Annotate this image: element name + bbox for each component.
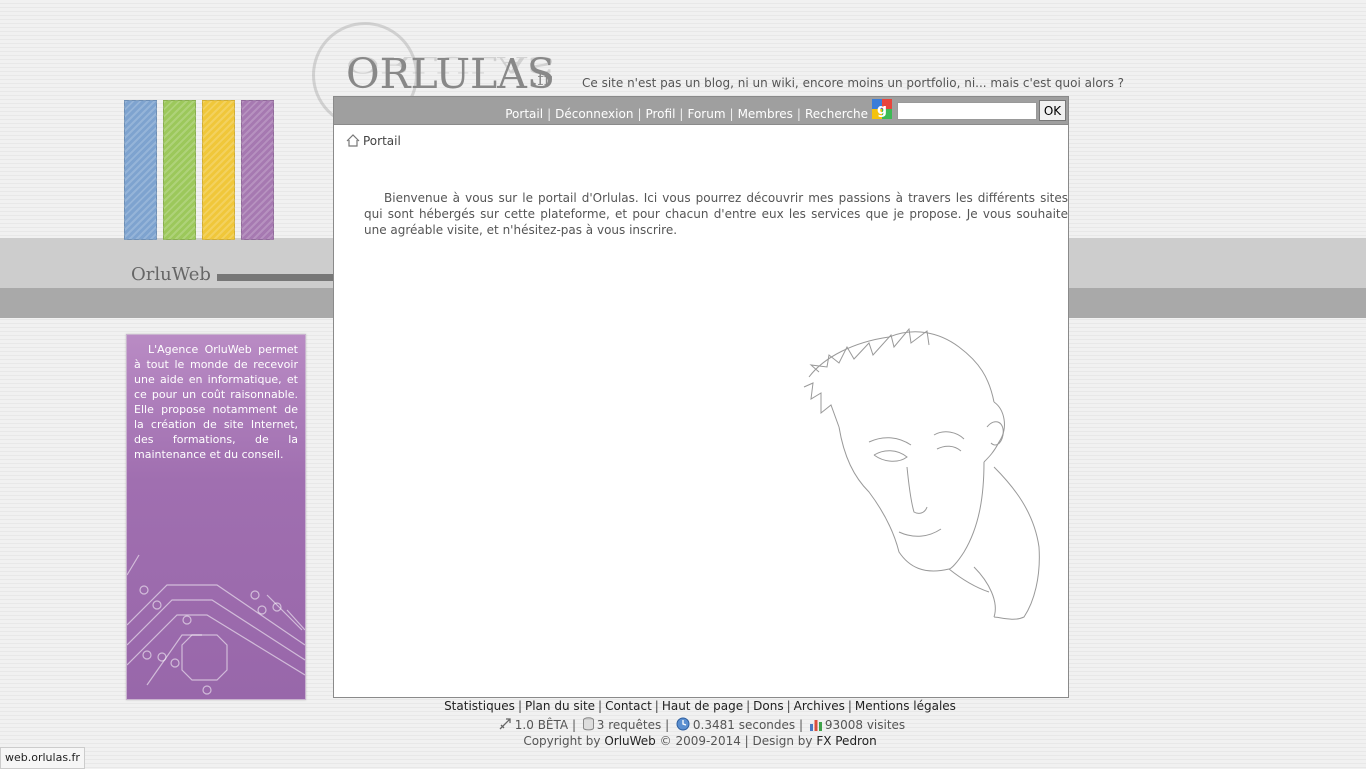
- footer-link-mentions-legales[interactable]: Mentions légales: [855, 699, 956, 713]
- google-search-icon: g: [872, 99, 892, 119]
- nav-item-recherche[interactable]: Recherche: [805, 107, 868, 121]
- footer-copyright: Copyright by OrluWeb © 2009-2014 | Desig…: [0, 734, 1366, 748]
- color-bar-green: [163, 100, 196, 240]
- circuit-board-decoration: [127, 554, 305, 695]
- copyright-brand-link[interactable]: OrluWeb: [604, 734, 655, 748]
- nav-menu: Portail | Déconnexion | Profil | Forum | Membres…: [505, 107, 868, 121]
- browser-status-url: web.orlulas.fr: [0, 747, 85, 769]
- footer-link-statistiques[interactable]: Statistiques: [444, 699, 515, 713]
- breadcrumb: Portail: [346, 134, 401, 148]
- color-bar-blue: [124, 100, 157, 240]
- nav-item-membres[interactable]: Membres: [738, 107, 793, 121]
- copyright-prefix: Copyright by: [523, 734, 601, 748]
- color-bar-yellow: [202, 100, 235, 240]
- search-button[interactable]: OK: [1039, 100, 1066, 121]
- footer-links: Statistiques | Plan du site | Contact | Haut d…: [444, 699, 956, 713]
- main-panel: Portail | Déconnexion | Profil | Forum | Membres…: [333, 96, 1069, 698]
- footer-link-plan-du-site[interactable]: Plan du site: [525, 699, 595, 713]
- footer-link-contact[interactable]: Contact: [605, 699, 652, 713]
- svg-text:g: g: [877, 102, 887, 118]
- top-navbar: Portail | Déconnexion | Profil | Forum | Membres…: [334, 97, 1068, 125]
- nav-item-forum[interactable]: Forum: [687, 107, 725, 121]
- section-label: OrluWeb: [131, 264, 211, 285]
- color-bar-purple: [241, 100, 274, 240]
- footer-link-dons[interactable]: Dons: [753, 699, 783, 713]
- load-time: 0.3481 secondes: [692, 718, 796, 732]
- breadcrumb-current[interactable]: Portail: [363, 134, 401, 148]
- bar-chart-icon: [809, 720, 822, 731]
- clock-icon: [676, 717, 690, 731]
- database-icon: [582, 717, 594, 731]
- rocket-icon: [499, 718, 511, 730]
- section-divider: [217, 274, 335, 281]
- site-tagline: Ce site n'est pas un blog, ni un wiki, e…: [582, 76, 1125, 90]
- logo-reflection: ORLULAS: [346, 51, 555, 78]
- designer-link[interactable]: FX Pedron: [816, 734, 876, 748]
- copyright-years: © 2009-2014 | Design by: [659, 734, 813, 748]
- portrait-sketch-illustration: [803, 327, 1040, 620]
- footer-link-haut-de-page[interactable]: Haut de page: [662, 699, 743, 713]
- nav-item-deconnexion[interactable]: Déconnexion: [555, 107, 633, 121]
- footer-stats: 1.0 BÊTA | 3 requêtes | 0.3481 secondes …: [0, 717, 1366, 732]
- home-icon[interactable]: [346, 134, 360, 147]
- version-label: 1.0 BÊTA: [514, 718, 569, 732]
- promo-text: L'Agence OrluWeb permet à tout le monde …: [134, 343, 298, 461]
- logo-tld: .fr: [532, 70, 552, 90]
- nav-item-profil[interactable]: Profil: [645, 107, 675, 121]
- orluweb-promo-box: L'Agence OrluWeb permet à tout le monde …: [126, 334, 306, 700]
- visit-count: 93008 visites: [824, 718, 906, 732]
- nav-item-portail[interactable]: Portail: [505, 107, 543, 121]
- search-input[interactable]: [897, 102, 1037, 120]
- footer-link-archives[interactable]: Archives: [794, 699, 845, 713]
- query-count: 3 requêtes: [596, 718, 662, 732]
- welcome-text: Bienvenue à vous sur le portail d'Orlula…: [364, 191, 1068, 237]
